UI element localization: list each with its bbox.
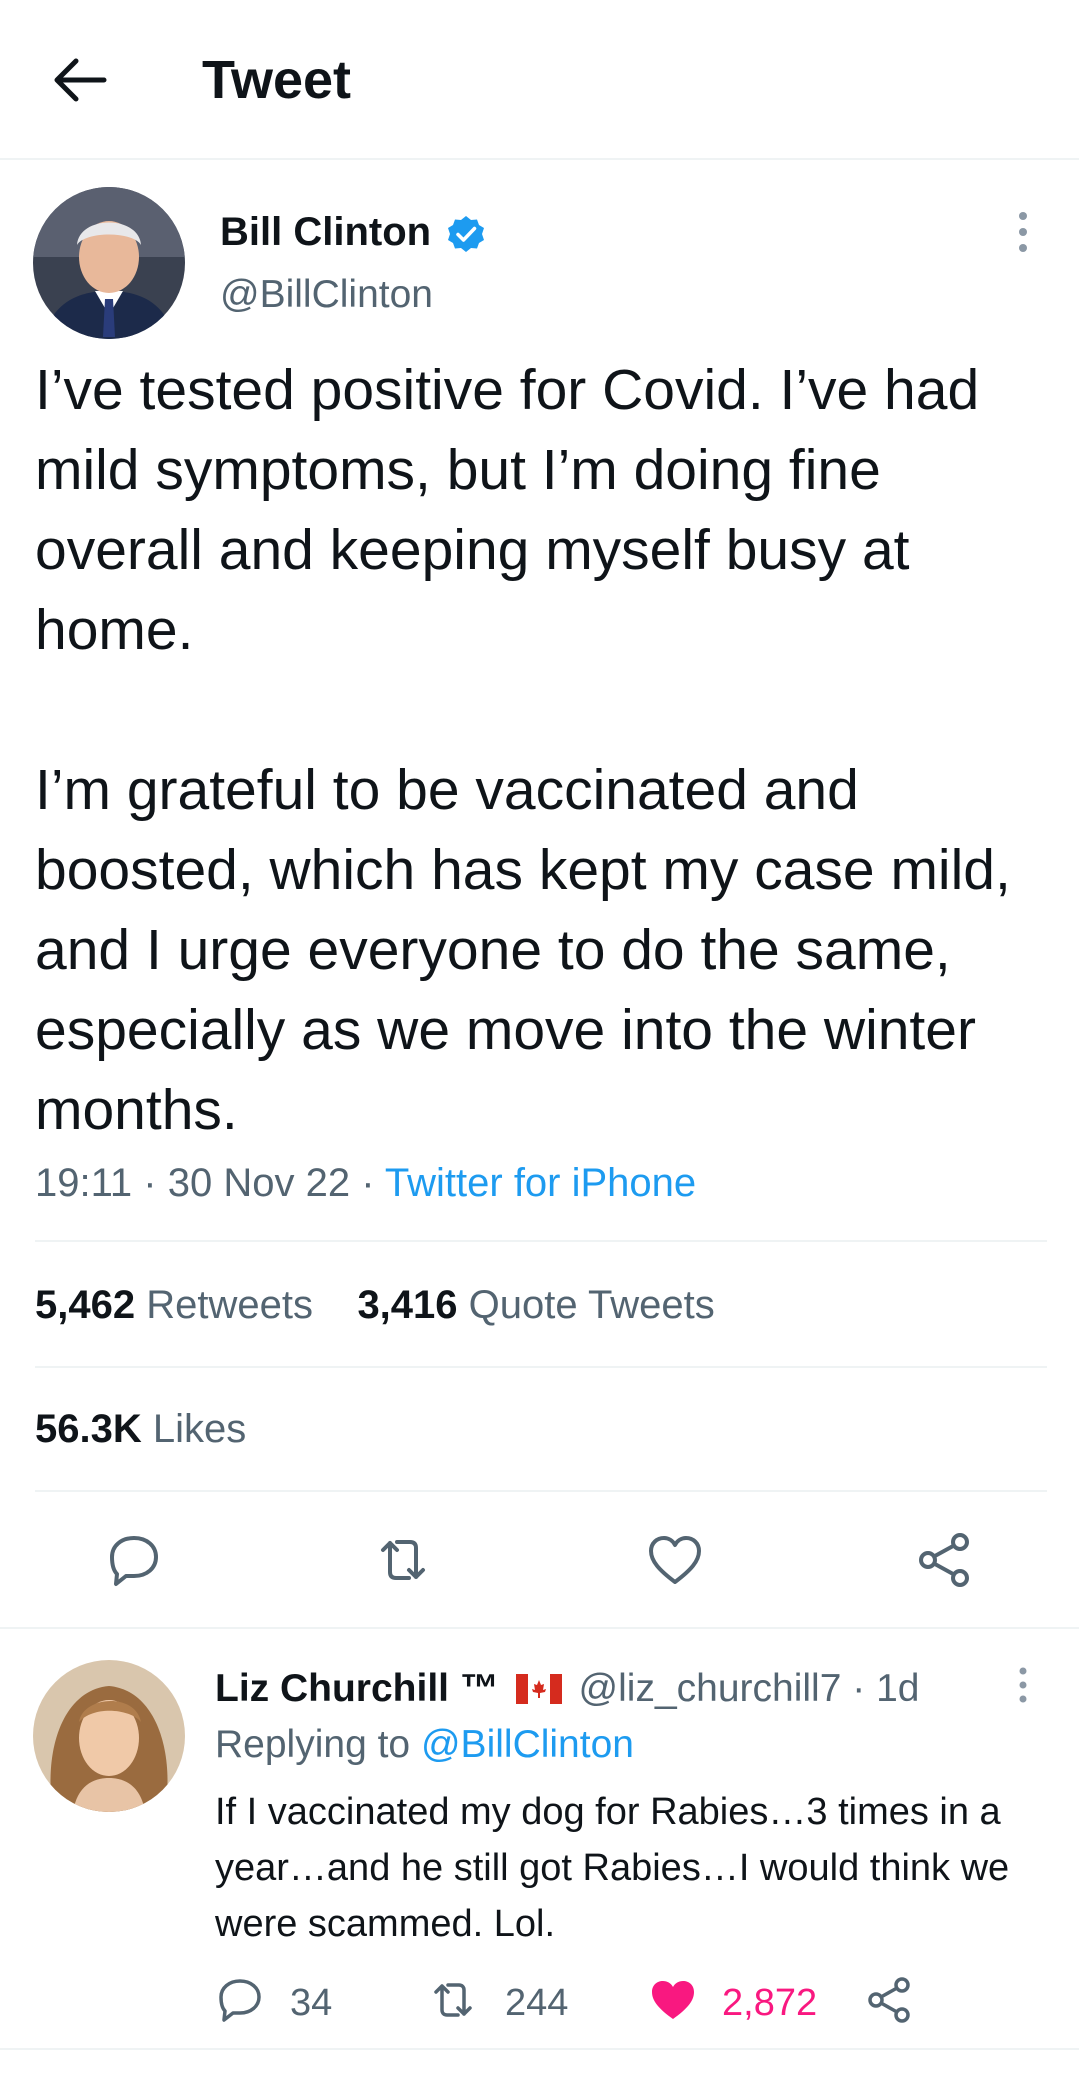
retweets-label: Retweets: [146, 1283, 313, 1327]
reply-header: Liz Churchill ™ @liz_churchill7 · 1d: [215, 1666, 919, 1712]
top-bar: Tweet: [0, 0, 1079, 160]
meta-separator: ·: [361, 1161, 375, 1205]
reply-retweet-icon[interactable]: [428, 1975, 478, 2025]
replying-prefix: Replying to: [215, 1723, 411, 1766]
reply-reply-count: 34: [290, 1982, 333, 2024]
like-icon[interactable]: [645, 1530, 705, 1590]
likes-count: 56.3K: [35, 1407, 142, 1451]
reply-share-icon[interactable]: [865, 1975, 915, 2025]
tweet-text: I’ve tested positive for Covid. I’ve had…: [35, 358, 1011, 1142]
likes-stat[interactable]: 56.3K Likes: [35, 1406, 246, 1452]
reply-more-icon[interactable]: [1012, 1665, 1034, 1705]
reply-text: If I vaccinated my dog for Rabies…3 time…: [215, 1791, 1010, 1945]
meta-separator: ·: [143, 1161, 157, 1205]
reply-retweet-count: 244: [505, 1982, 569, 2024]
canada-flag-icon: [515, 1674, 562, 1704]
divider: [35, 1366, 1047, 1368]
retweets-count: 5,462: [35, 1283, 136, 1327]
reply-like-icon[interactable]: [648, 1975, 698, 2025]
tweet-timestamp: 19:11 · 30 Nov 22 · Twitter for iPhone: [35, 1160, 696, 1206]
engagement-stats: 5,462 Retweets 3,416 Quote Tweets: [35, 1282, 715, 1328]
reply-icon[interactable]: [104, 1530, 164, 1590]
author-name[interactable]: Bill Clinton: [220, 209, 431, 255]
reply-reply-icon[interactable]: [215, 1975, 265, 2025]
reply-author-avatar[interactable]: [33, 1660, 185, 1812]
divider: [35, 1240, 1047, 1242]
author-handle[interactable]: @BillClinton: [220, 272, 433, 318]
divider: [35, 1490, 1047, 1492]
replying-mention[interactable]: @BillClinton: [421, 1723, 634, 1766]
author-avatar[interactable]: [33, 187, 185, 339]
tweet-date: 30 Nov 22: [167, 1161, 351, 1205]
reply-like-count: 2,872: [722, 1982, 818, 2024]
replying-to: Replying to @BillClinton: [215, 1722, 634, 1768]
quotes-stat[interactable]: 3,416 Quote Tweets: [357, 1283, 714, 1327]
verified-badge-icon: [448, 216, 484, 252]
share-icon[interactable]: [915, 1530, 975, 1590]
back-arrow-icon[interactable]: [50, 55, 108, 105]
section-divider: [0, 2048, 1079, 2050]
retweets-stat[interactable]: 5,462 Retweets: [35, 1283, 313, 1327]
quotes-label: Quote Tweets: [468, 1283, 715, 1327]
reply-author-handle[interactable]: @liz_churchill7: [579, 1667, 842, 1710]
page-title: Tweet: [202, 50, 352, 110]
reply-age: 1d: [876, 1667, 920, 1710]
quotes-count: 3,416: [357, 1283, 458, 1327]
section-divider: [0, 1627, 1079, 1629]
tweet-source-link[interactable]: Twitter for iPhone: [385, 1161, 696, 1205]
likes-label: Likes: [152, 1407, 247, 1451]
more-icon[interactable]: [1012, 210, 1034, 254]
tweet-time: 19:11: [35, 1161, 133, 1205]
reply-author-name[interactable]: Liz Churchill ™: [215, 1667, 499, 1710]
meta-separator: ·: [852, 1667, 866, 1710]
retweet-icon[interactable]: [373, 1530, 433, 1590]
